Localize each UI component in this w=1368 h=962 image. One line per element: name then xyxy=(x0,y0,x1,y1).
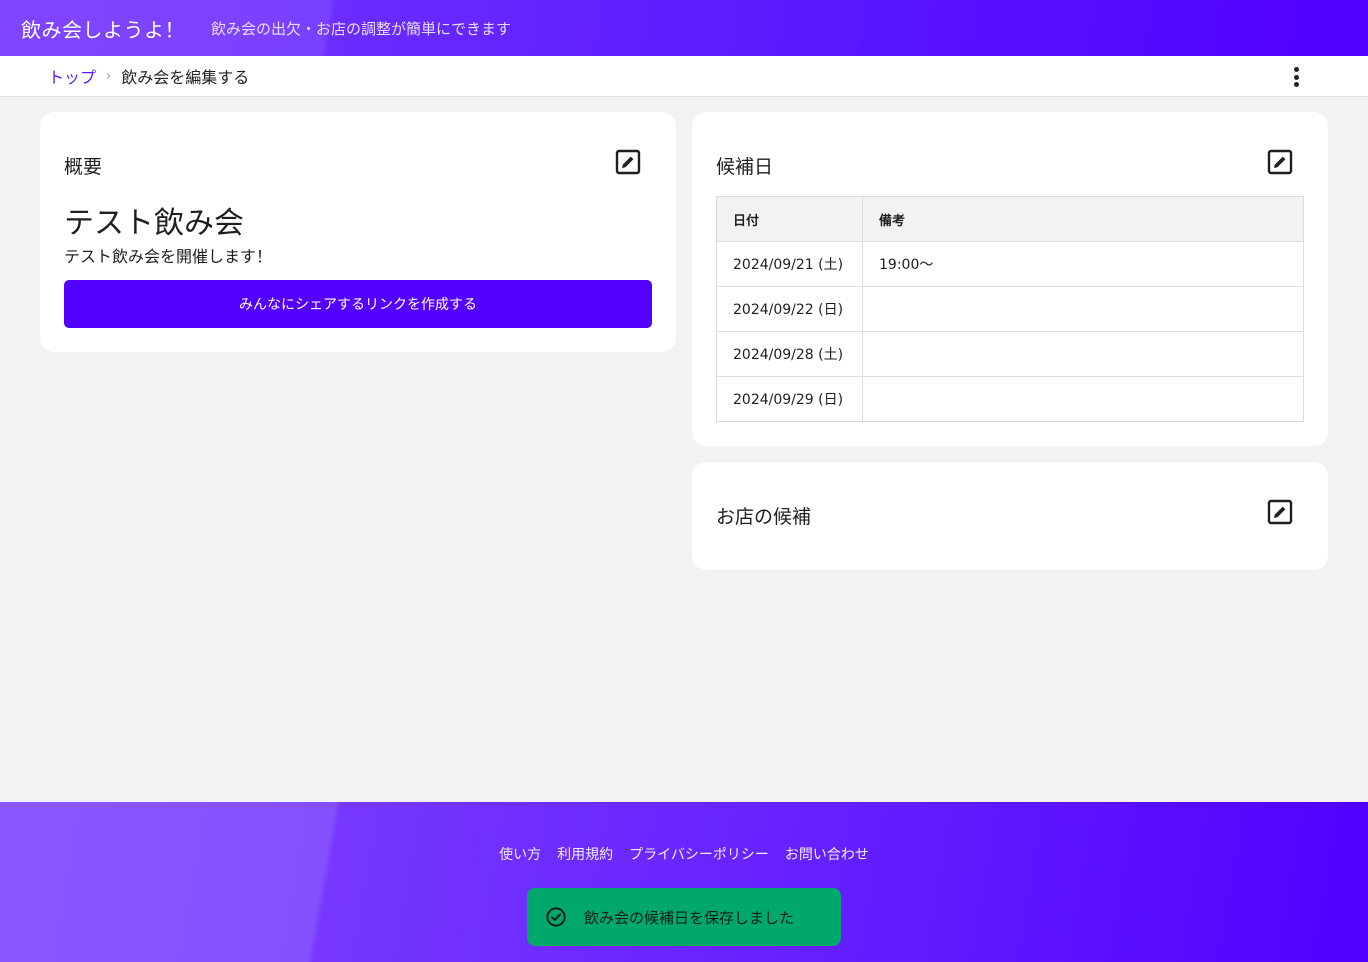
app-header: 飲み会しようよ！ 飲み会の出欠・お店の調整が簡単にできます xyxy=(0,0,1368,56)
candidate-dates-table: 日付 備考 2024/09/21 (土) 19:00～ 2024/09/22 (… xyxy=(716,196,1304,422)
table-row: 2024/09/21 (土) 19:00～ xyxy=(716,241,1304,287)
edit-square-icon xyxy=(1267,149,1293,175)
table-row: 2024/09/28 (土) xyxy=(716,331,1304,377)
event-name: テスト飲み会 xyxy=(64,206,244,241)
column-header-date: 日付 xyxy=(716,196,863,242)
overview-card: 概要 テスト飲み会 テスト飲み会を開催します！ みんなにシェアするリンクを作成す… xyxy=(40,112,676,352)
breadcrumb-current: 飲み会を編集する xyxy=(121,68,250,87)
footer-link-terms[interactable]: 利用規約 xyxy=(557,844,613,864)
edit-overview-button[interactable] xyxy=(615,149,641,175)
footer-link-howto[interactable]: 使い方 xyxy=(499,844,541,864)
date-cell: 2024/09/28 (土) xyxy=(716,331,863,377)
shops-card: お店の候補 xyxy=(692,462,1328,570)
note-cell: 19:00～ xyxy=(862,241,1304,287)
event-description: テスト飲み会を開催します！ xyxy=(64,247,273,266)
note-cell xyxy=(862,331,1304,377)
app-title[interactable]: 飲み会しようよ！ xyxy=(21,14,185,43)
date-cell: 2024/09/29 (日) xyxy=(716,376,863,422)
footer-link-contact[interactable]: お問い合わせ xyxy=(785,844,869,864)
candidate-dates-title: 候補日 xyxy=(716,156,774,178)
breadcrumb-top-link[interactable]: トップ xyxy=(48,64,96,88)
table-row: 2024/09/29 (日) xyxy=(716,376,1304,422)
candidate-dates-card: 候補日 日付 備考 2024/09/21 (土) 19:00～ 2024/09/… xyxy=(692,112,1328,446)
edit-square-icon xyxy=(615,149,641,175)
shops-title: お店の候補 xyxy=(716,506,812,528)
footer-link-privacy[interactable]: プライバシーポリシー xyxy=(629,844,769,864)
date-cell: 2024/09/22 (日) xyxy=(716,286,863,332)
table-row: 2024/09/22 (日) xyxy=(716,286,1304,332)
table-header-row: 日付 備考 xyxy=(716,196,1304,242)
note-cell xyxy=(862,376,1304,422)
overview-title: 概要 xyxy=(64,156,103,178)
edit-shops-button[interactable] xyxy=(1267,499,1293,525)
toast-message: 飲み会の候補日を保存しました xyxy=(584,908,795,927)
create-share-link-button[interactable]: みんなにシェアするリンクを作成する xyxy=(64,280,652,328)
more-vertical-icon[interactable] xyxy=(1286,66,1306,88)
check-circle-icon xyxy=(546,907,566,927)
edit-square-icon xyxy=(1267,499,1293,525)
app-subtitle: 飲み会の出欠・お店の調整が簡単にできます xyxy=(211,19,512,38)
breadcrumb: トップ › 飲み会を編集する xyxy=(0,56,1368,97)
footer-links: 使い方 利用規約 プライバシーポリシー お問い合わせ xyxy=(0,844,1368,864)
column-header-note: 備考 xyxy=(862,196,1304,242)
chevron-right-icon: › xyxy=(106,68,112,84)
note-cell xyxy=(862,286,1304,332)
date-cell: 2024/09/21 (土) xyxy=(716,241,863,287)
edit-candidate-dates-button[interactable] xyxy=(1267,149,1293,175)
toast-notification: 飲み会の候補日を保存しました xyxy=(527,888,841,946)
